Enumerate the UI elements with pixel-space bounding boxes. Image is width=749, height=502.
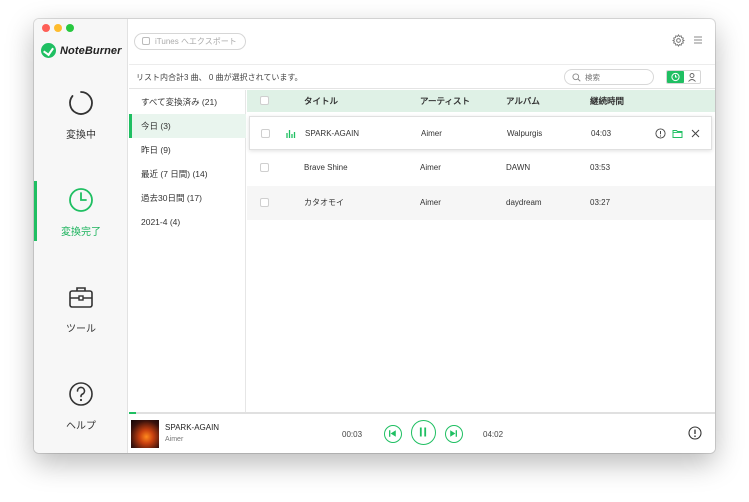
history-view-button[interactable] <box>667 71 684 83</box>
artist-view-button[interactable] <box>684 71 700 83</box>
app-name: NoteBurner <box>60 44 122 57</box>
pause-icon <box>419 427 427 437</box>
view-toggle <box>666 70 701 84</box>
sidebar-item-tools[interactable]: ツール <box>34 283 128 335</box>
sidebar-item-label: ツール <box>66 324 96 335</box>
pause-button[interactable] <box>411 420 436 445</box>
current-time: 00:03 <box>342 430 363 439</box>
gear-icon[interactable] <box>672 34 685 47</box>
next-track-button[interactable] <box>445 425 463 443</box>
export-button-label: iTunes へエクスポート <box>155 37 237 46</box>
filter-last-7-days[interactable]: 最近 (7 日間) (14) <box>129 162 246 186</box>
skip-forward-icon <box>450 430 457 437</box>
table-row[interactable]: カタオモイ Aimer daydream 03:27 <box>247 186 715 220</box>
row-album: DAWN <box>506 163 531 172</box>
clock-icon <box>69 188 93 212</box>
hamburger-menu-icon[interactable] <box>693 35 703 45</box>
player-bar: SPARK-AGAIN Aimer 00:03 04:02 <box>129 412 715 453</box>
sidebar-item-converted[interactable]: 変換完了 <box>34 186 128 238</box>
help-icon <box>69 382 93 406</box>
filter-yesterday[interactable]: 昨日 (9) <box>129 138 246 162</box>
now-playing-artist: Aimer <box>165 436 184 443</box>
playback-progress-track[interactable] <box>129 412 715 414</box>
row-duration: 03:53 <box>590 163 611 172</box>
column-artist[interactable]: アーティスト <box>420 90 470 112</box>
row-artist: Aimer <box>420 198 441 207</box>
skip-back-icon <box>389 430 396 437</box>
person-icon <box>688 73 696 82</box>
row-duration: 03:27 <box>590 198 611 207</box>
row-title: SPARK-AGAIN <box>305 129 360 138</box>
select-all-checkbox[interactable] <box>260 96 269 105</box>
column-duration[interactable]: 継続時間 <box>590 90 624 112</box>
total-time: 04:02 <box>483 430 504 439</box>
filter-today[interactable]: 今日 (3) <box>129 114 246 138</box>
sidebar-item-converting[interactable]: 変換中 <box>34 89 128 141</box>
delete-icon[interactable] <box>690 128 701 139</box>
sidebar-item-help[interactable]: ヘルプ <box>34 380 128 432</box>
row-checkbox[interactable] <box>260 198 269 207</box>
search-input[interactable] <box>585 71 649 83</box>
previous-track-button[interactable] <box>384 425 402 443</box>
sidebar-item-label: ヘルプ <box>66 421 96 432</box>
row-title: カタオモイ <box>304 198 344 207</box>
app-window: NoteBurner 変換中 変換完了 ツール ヘルプ iTunes へエクスポ… <box>34 19 715 453</box>
table-header: タイトル アーティスト アルバム 継続時間 <box>247 90 715 112</box>
top-toolbar: iTunes へエクスポート <box>129 19 715 65</box>
selection-status-text: リスト内合計3 曲、 0 曲が選択されています。 <box>136 73 303 82</box>
sidebar: NoteBurner 変換中 変換完了 ツール ヘルプ <box>34 19 128 453</box>
maximize-window-button[interactable] <box>66 24 74 32</box>
sidebar-item-label: 変換中 <box>66 130 96 141</box>
row-artist: Aimer <box>420 163 441 172</box>
row-title: Brave Shine <box>304 163 348 172</box>
track-info-icon[interactable] <box>688 426 702 440</box>
playing-equalizer-icon <box>286 130 296 138</box>
app-logo: NoteBurner <box>41 43 122 58</box>
row-album: daydream <box>506 198 542 207</box>
sidebar-item-label: 変換完了 <box>61 227 101 238</box>
table-row[interactable]: Brave Shine Aimer DAWN 03:53 <box>247 151 715 185</box>
column-title[interactable]: タイトル <box>304 90 338 112</box>
filter-all-converted[interactable]: すべて変換済み (21) <box>129 90 246 114</box>
search-icon <box>572 73 581 82</box>
close-window-button[interactable] <box>42 24 50 32</box>
converting-ring-icon <box>69 91 93 115</box>
playback-progress-fill <box>129 412 137 414</box>
row-checkbox[interactable] <box>260 163 269 172</box>
export-to-itunes-button[interactable]: iTunes へエクスポート <box>134 33 246 50</box>
row-duration: 04:03 <box>591 129 612 138</box>
album-artwork <box>131 420 159 448</box>
table-row[interactable]: SPARK-AGAIN Aimer Walpurgis 04:03 <box>249 116 712 150</box>
toolbox-icon <box>69 287 93 308</box>
minimize-window-button[interactable] <box>54 24 62 32</box>
search-box[interactable] <box>564 69 654 85</box>
open-folder-icon[interactable] <box>672 128 683 139</box>
itunes-export-icon <box>142 37 150 45</box>
filter-month[interactable]: 2021-4 (4) <box>129 210 246 234</box>
history-filter-list: すべて変換済み (21) 今日 (3) 昨日 (9) 最近 (7 日間) (14… <box>129 90 246 412</box>
row-checkbox[interactable] <box>261 129 270 138</box>
row-artist: Aimer <box>421 129 442 138</box>
window-controls <box>42 24 74 32</box>
filter-last-30-days[interactable]: 過去30日間 (17) <box>129 186 246 210</box>
clock-icon <box>671 72 680 82</box>
info-icon[interactable] <box>655 128 666 139</box>
status-bar: リスト内合計3 曲、 0 曲が選択されています。 <box>129 66 715 89</box>
now-playing-title: SPARK-AGAIN <box>165 423 220 432</box>
track-table: タイトル アーティスト アルバム 継続時間 SPARK-AGAIN Aimer … <box>247 90 715 412</box>
row-album: Walpurgis <box>507 129 543 138</box>
column-album[interactable]: アルバム <box>506 90 540 112</box>
noteburner-logo-icon <box>41 43 56 58</box>
